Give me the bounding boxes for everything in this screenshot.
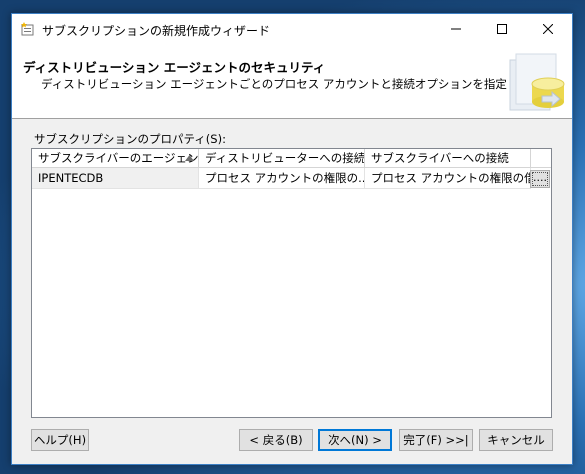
column-header-label: ディストリビューターへの接続 — [205, 151, 365, 165]
sort-ascending-icon — [185, 155, 194, 161]
next-button[interactable]: 次へ(N) > — [318, 429, 392, 451]
wizard-window: サブスクリプションの新規作成ウィザード ディストリビューション エージェントのセ… — [11, 13, 573, 465]
cell-agent[interactable]: IPENTECDB — [32, 168, 199, 189]
cell-subscriber-connection[interactable]: プロセス アカウントの権限の借用 — [365, 168, 531, 189]
title-bar[interactable]: サブスクリプションの新規作成ウィザード — [12, 14, 572, 44]
minimize-button[interactable] — [433, 14, 479, 44]
wizard-header: ディストリビューション エージェントのセキュリティ ディストリビューション エー… — [12, 44, 572, 119]
column-header-label: サブスクライバーのエージェント — [38, 151, 199, 165]
finish-button[interactable]: 完了(F) >>| — [399, 429, 473, 451]
close-icon — [543, 24, 553, 34]
properties-label: サブスクリプションのプロパティ(S): — [34, 132, 226, 146]
back-button[interactable]: < 戻る(B) — [239, 429, 313, 451]
page-title: ディストリビューション エージェントのセキュリティ — [23, 60, 326, 75]
table-row[interactable]: IPENTECDB プロセス アカウントの権限の... プロセス アカウントの権… — [32, 168, 551, 189]
close-button[interactable] — [525, 14, 571, 44]
database-icon — [509, 53, 565, 111]
help-button[interactable]: ヘルプ(H) — [31, 429, 89, 451]
edit-security-button[interactable]: .... — [530, 170, 550, 188]
column-header-subscriber[interactable]: サブスクライバーへの接続 — [365, 149, 531, 168]
grid-header-row: サブスクライバーのエージェント ディストリビューターへの接続 サブスクライバーへ… — [32, 149, 551, 168]
column-header-edit — [531, 149, 551, 168]
column-header-distributor[interactable]: ディストリビューターへの接続 — [199, 149, 365, 168]
column-header-label: サブスクライバーへの接続 — [371, 151, 509, 165]
column-header-agent[interactable]: サブスクライバーのエージェント — [32, 149, 199, 168]
page-subtitle: ディストリビューション エージェントごとのプロセス アカウントと接続オプションを… — [41, 77, 552, 91]
subscription-properties-grid[interactable]: サブスクライバーのエージェント ディストリビューターへの接続 サブスクライバーへ… — [31, 148, 552, 418]
cell-distributor-connection[interactable]: プロセス アカウントの権限の... — [199, 168, 365, 189]
window-title: サブスクリプションの新規作成ウィザード — [42, 24, 271, 38]
wizard-app-icon — [21, 22, 34, 36]
maximize-icon — [497, 24, 507, 34]
minimize-icon — [451, 28, 461, 30]
maximize-button[interactable] — [479, 14, 525, 44]
cancel-button[interactable]: キャンセル — [479, 429, 553, 451]
